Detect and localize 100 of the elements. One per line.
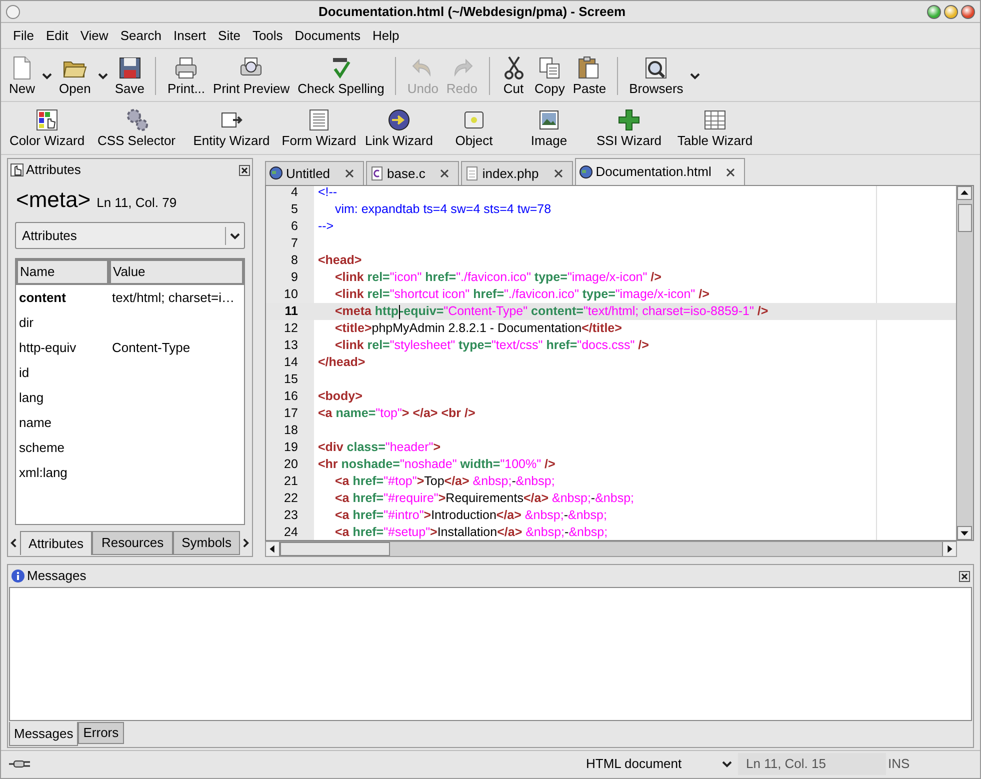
menu-item[interactable]: File <box>7 26 40 46</box>
toolbar-button[interactable]: Print Preview <box>209 55 294 97</box>
code-token: <link <box>334 269 364 286</box>
document-type-dropdown[interactable]: HTML document <box>580 754 738 774</box>
code-token: - <box>512 473 516 490</box>
menu-item[interactable]: Edit <box>40 26 74 46</box>
code-editor[interactable] <box>266 186 956 540</box>
code-token: class= <box>346 439 386 456</box>
toolbar-button[interactable]: Open <box>55 55 95 97</box>
horizontal-scrollbar[interactable] <box>264 541 957 557</box>
line-number: 18 <box>283 422 298 440</box>
menu-item[interactable]: View <box>74 26 114 46</box>
caret-icon <box>690 72 700 80</box>
menu-item[interactable]: Site <box>212 26 246 46</box>
cursor-position: Ln 11, Col. 79 <box>96 194 177 212</box>
wizard-button[interactable]: Image <box>509 107 589 149</box>
code-token: > <box>424 507 432 524</box>
code-token: Requirements <box>446 490 524 508</box>
menu-item[interactable]: Insert <box>168 26 212 46</box>
menu-item[interactable]: Tools <box>246 26 289 46</box>
panel-tab[interactable]: Attributes <box>20 531 92 555</box>
wizard-button[interactable]: Entity Wizard <box>184 107 279 149</box>
toolbar-button[interactable]: Copy <box>530 55 569 97</box>
vertical-scrollbar[interactable] <box>956 186 973 540</box>
wizard-button[interactable]: Color Wizard <box>5 107 89 149</box>
line-number: 23 <box>283 507 298 524</box>
printer-icon <box>173 55 200 81</box>
code-token: href= <box>352 524 384 540</box>
toolbar-button[interactable]: Browsers <box>625 55 688 97</box>
code-token: Installation <box>437 524 498 540</box>
line-number: 17 <box>283 405 298 422</box>
code-token: <body> <box>318 388 362 406</box>
document-icon <box>465 166 480 181</box>
attribute-name: xml:lang <box>18 464 68 482</box>
file-tab[interactable]: base.c <box>366 161 460 185</box>
code-token: <meta <box>334 303 372 320</box>
close-icon <box>726 168 736 176</box>
file-tab[interactable]: index.php <box>461 161 573 185</box>
attribute-name: dir <box>18 314 34 332</box>
code-token: rel= <box>366 286 390 304</box>
code-token: /> <box>756 303 768 320</box>
palette-icon <box>34 107 60 133</box>
code-token: </a> <box>444 473 470 490</box>
wizard-button[interactable]: Table Wizard <box>669 107 761 149</box>
column-header[interactable]: Name <box>16 259 109 285</box>
code-token: "./favicon.ico" <box>504 286 579 304</box>
line-number: 22 <box>283 490 298 508</box>
wizard-button[interactable]: Form Wizard <box>279 107 359 149</box>
line-number: 10 <box>283 286 298 304</box>
close-button[interactable] <box>959 570 970 582</box>
window-menu-button[interactable] <box>6 4 20 18</box>
maximize-button[interactable] <box>927 4 941 18</box>
toolbar-button[interactable]: Paste <box>568 55 610 97</box>
globe-icon <box>268 166 283 181</box>
caret-icon <box>230 232 240 240</box>
code-token: href= <box>472 286 504 304</box>
menu-item[interactable]: Search <box>114 26 168 46</box>
line-number: 20 <box>283 456 298 474</box>
toolbar-button[interactable]: New <box>5 55 40 97</box>
code-token: &nbsp; <box>472 473 512 490</box>
wizard-button[interactable]: Object <box>439 107 509 149</box>
panel-tab[interactable]: Resources <box>92 531 173 555</box>
attribute-name: id <box>18 364 30 382</box>
code-token: <div <box>318 439 344 456</box>
toolbar-button[interactable]: Print... <box>163 55 210 97</box>
code-token: /> <box>637 337 649 354</box>
close-icon <box>440 169 450 178</box>
code-token: name= <box>334 405 376 422</box>
code-token: - <box>564 507 568 524</box>
wizard-button[interactable]: CSS Selector <box>89 107 184 149</box>
close-icon <box>345 169 354 178</box>
wizard-button[interactable]: SSI Wizard <box>589 107 669 149</box>
scrollbar-thumb[interactable] <box>958 204 972 232</box>
view-dropdown[interactable]: Attributes <box>15 222 245 249</box>
toolbar-button[interactable]: Check Spelling <box>294 55 388 97</box>
toolbar-button[interactable]: Save <box>110 55 148 97</box>
panel-tab[interactable]: Symbols <box>172 531 240 555</box>
panel-tab[interactable]: Errors <box>78 722 124 744</box>
line-number: 8 <box>290 252 298 270</box>
menu-item[interactable]: Help <box>366 26 406 46</box>
code-token: phpMyAdmin 2.8.2.1 - Documentation <box>372 320 582 338</box>
plus-icon <box>616 107 642 133</box>
file-tab[interactable]: Documentation.html <box>574 158 746 185</box>
panel-tab[interactable]: Messages <box>9 722 78 746</box>
close-button[interactable] <box>239 164 250 176</box>
menu-item[interactable]: Documents <box>288 26 367 46</box>
code-token: <hr <box>318 456 338 474</box>
code-token: type= <box>581 286 616 304</box>
line-number: 4 <box>290 186 298 202</box>
code-token: <link <box>334 286 364 304</box>
minimize-button[interactable] <box>944 4 958 18</box>
scrollbar-thumb[interactable] <box>280 542 390 556</box>
line-number: 21 <box>283 473 298 490</box>
code-token: &nbsp; <box>551 490 591 508</box>
column-header[interactable]: Value <box>109 259 244 285</box>
caret-icon <box>98 72 108 80</box>
file-tab[interactable]: Untitled <box>264 161 364 185</box>
toolbar-button[interactable]: Cut <box>496 55 530 97</box>
code-token: &nbsp; <box>516 473 555 490</box>
wizard-button[interactable]: Link Wizard <box>359 107 439 149</box>
